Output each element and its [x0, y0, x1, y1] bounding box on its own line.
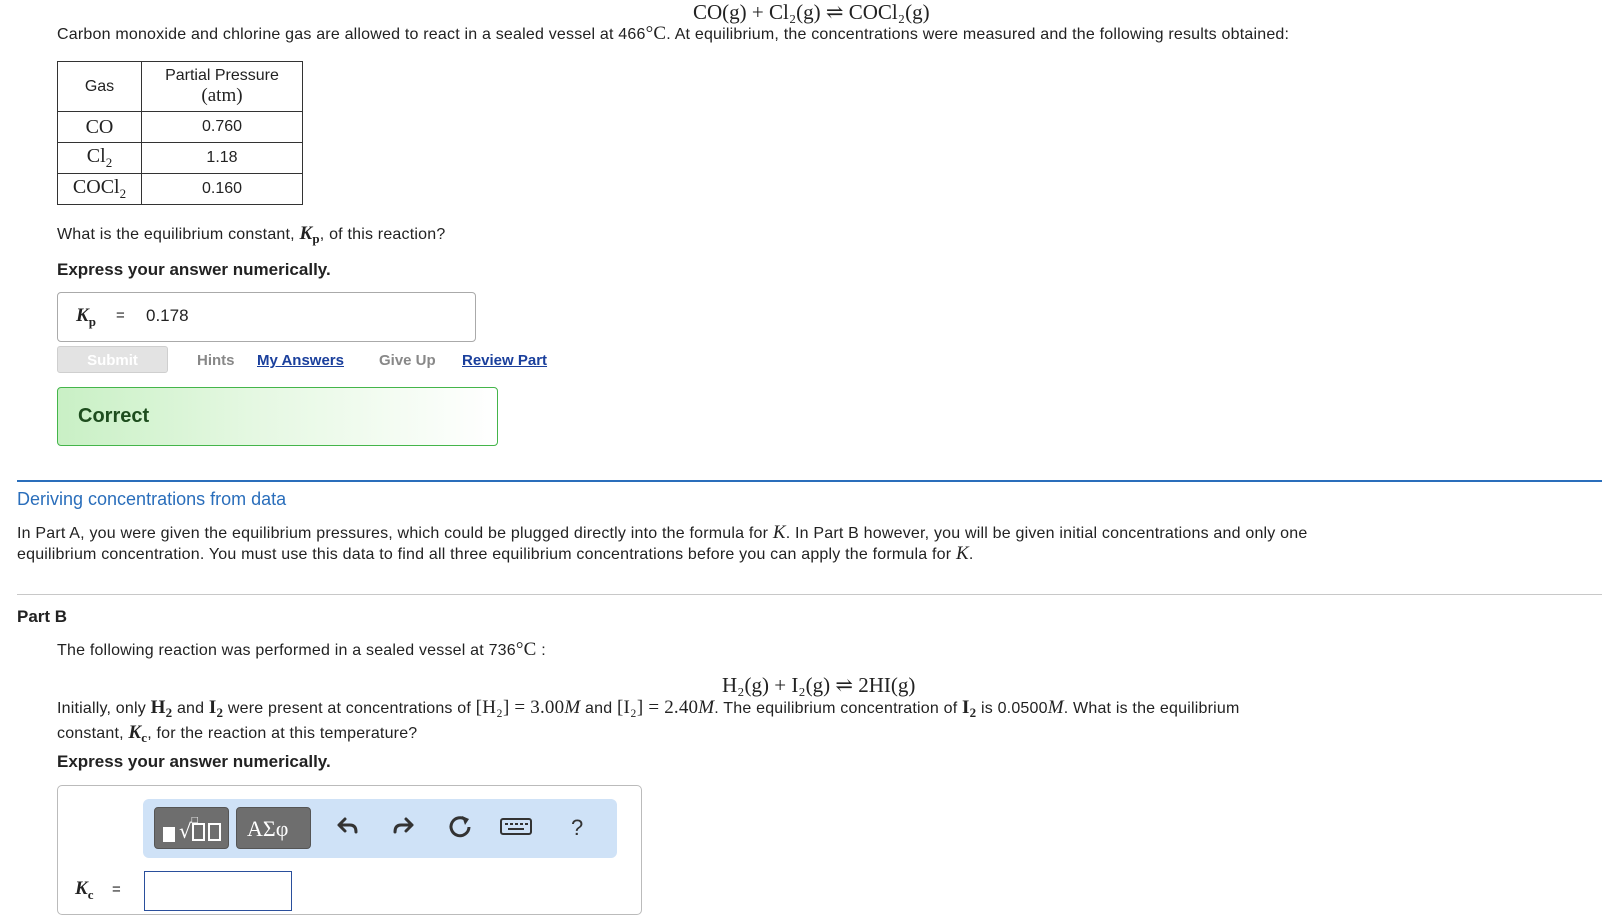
greek-symbols-button[interactable]: ΑΣφ [236, 807, 311, 849]
table-row: Cl2 1.18 [57, 142, 303, 174]
problem-text: and [172, 700, 209, 717]
part-b-intro-end: : [536, 642, 546, 659]
section-text: equilibrium concentration. You must use … [17, 546, 956, 563]
give-up-link[interactable]: Give Up [379, 352, 436, 369]
correct-feedback: Correct [57, 387, 498, 446]
problem-text: were present at concentrations of [223, 700, 476, 717]
hints-link[interactable]: Hints [197, 352, 235, 369]
table-row: COCl2 0.160 [57, 173, 303, 205]
table-cell-gas: COCl2 [57, 173, 142, 205]
help-button[interactable]: ? [571, 813, 583, 843]
problem-text: Initially, only [57, 700, 151, 717]
kp-answer-label: Kp [76, 305, 96, 329]
kp-equals: = [116, 307, 125, 324]
table-header-row: Gas Partial Pressure (atm) [57, 61, 303, 112]
templates-button[interactable]: √ □ [154, 807, 229, 849]
table-cell-value: 1.18 [141, 142, 303, 174]
kp-symbol: K [299, 223, 313, 244]
intro-temp-unit: °C [645, 23, 667, 44]
k-symbol: K [955, 543, 969, 564]
problem-text: is 0.0500 [976, 700, 1048, 717]
section-text: . In Part B however, you will be given i… [785, 525, 1308, 542]
kp-answer-box: Kp = 0.178 [57, 292, 476, 342]
problem-text: constant, [57, 725, 129, 743]
h2-symbol: H [150, 697, 166, 718]
part-a-instruction: Express your answer numerically. [57, 260, 331, 279]
kc-answer-input[interactable] [144, 871, 292, 911]
intro-text-before: Carbon monoxide and chlorine gas are all… [57, 26, 646, 43]
section-text: In Part A, you were given the equilibriu… [17, 525, 773, 542]
keyboard-icon[interactable] [500, 813, 532, 845]
i2-symbol: I [962, 697, 970, 718]
correct-feedback-text: Correct [78, 405, 150, 427]
review-part-link[interactable]: Review Part [462, 352, 547, 369]
kc-symbol: K [128, 722, 142, 744]
part-b-intro: The following reaction was performed in … [57, 639, 546, 661]
part-a-question-before: What is the equilibrium constant, [57, 226, 300, 243]
table-cell-gas: CO [57, 111, 142, 143]
part-b-instruction: Express your answer numerically. [57, 752, 331, 771]
reset-icon[interactable] [446, 813, 474, 847]
molar-unit: M [1047, 697, 1064, 718]
molar-unit: M [564, 697, 581, 718]
part-a-question-after: , of this reaction? [319, 226, 446, 243]
kp-answer-value[interactable]: 0.178 [146, 306, 189, 326]
submit-button[interactable]: Submit [57, 346, 168, 373]
part-b-temp-unit: °C [515, 639, 537, 660]
part-divider [17, 594, 1602, 595]
greek-label: ΑΣφ [247, 816, 289, 841]
table-header-pressure-unit: (atm) [201, 84, 243, 106]
molar-unit: M [698, 697, 715, 718]
kc-equals: = [112, 881, 121, 898]
kp-subscript: p [312, 231, 320, 247]
intro-text-after: . At equilibrium, the concentrations wer… [666, 26, 1290, 43]
templates-icon: √ □ [163, 815, 223, 847]
math-toolbar: √ □ ΑΣφ ? [143, 799, 617, 858]
table-cell-value: 0.760 [141, 111, 303, 143]
table-header-pressure-line1: Partial Pressure [165, 66, 279, 84]
table-cell-value: 0.160 [141, 173, 303, 205]
part-b-title: Part B [17, 607, 68, 626]
k-symbol: K [772, 522, 786, 543]
redo-icon[interactable] [391, 813, 417, 845]
intro-text: Carbon monoxide and chlorine gas are all… [57, 23, 1289, 45]
partial-pressure-table: Gas Partial Pressure (atm) CO 0.760 Cl2 … [57, 61, 303, 205]
problem-text: and [580, 700, 617, 717]
undo-icon[interactable] [334, 813, 360, 845]
i2-symbol: I [208, 697, 217, 718]
section-text: . [968, 546, 974, 563]
table-header-gas: Gas [57, 61, 142, 112]
kc-answer-label: Kc [75, 878, 94, 902]
section-title: Deriving concentrations from data [17, 489, 287, 509]
part-b-problem: Initially, only H2 and I2 were present a… [57, 697, 1240, 746]
section-divider [17, 480, 1602, 482]
part-b-equation: H₂(g) + I₂(g) ⇌ 2HI(g) [722, 673, 916, 697]
table-cell-gas: Cl2 [57, 142, 142, 174]
problem-text: . The equilibrium concentration of [714, 700, 963, 717]
table-row: CO 0.760 [57, 111, 303, 143]
problem-text: , for the reaction at this temperature? [147, 725, 418, 743]
problem-text: . What is the equilibrium [1063, 700, 1240, 717]
part-a-question: What is the equilibrium constant, Kp, of… [57, 223, 445, 247]
part-b-intro-text: The following reaction was performed in … [57, 642, 516, 659]
header-equation: CO(g) + Cl₂(g) ⇌ COCl₂(g) [693, 0, 930, 24]
h2-concentration: [H₂] = 3.00 [475, 697, 565, 718]
table-header-pressure: Partial Pressure (atm) [141, 61, 303, 112]
svg-text:□: □ [191, 816, 199, 824]
i2-concentration: [I₂] = 2.40 [616, 697, 699, 718]
section-paragraph: In Part A, you were given the equilibriu… [17, 523, 1307, 565]
my-answers-link[interactable]: My Answers [257, 352, 344, 369]
